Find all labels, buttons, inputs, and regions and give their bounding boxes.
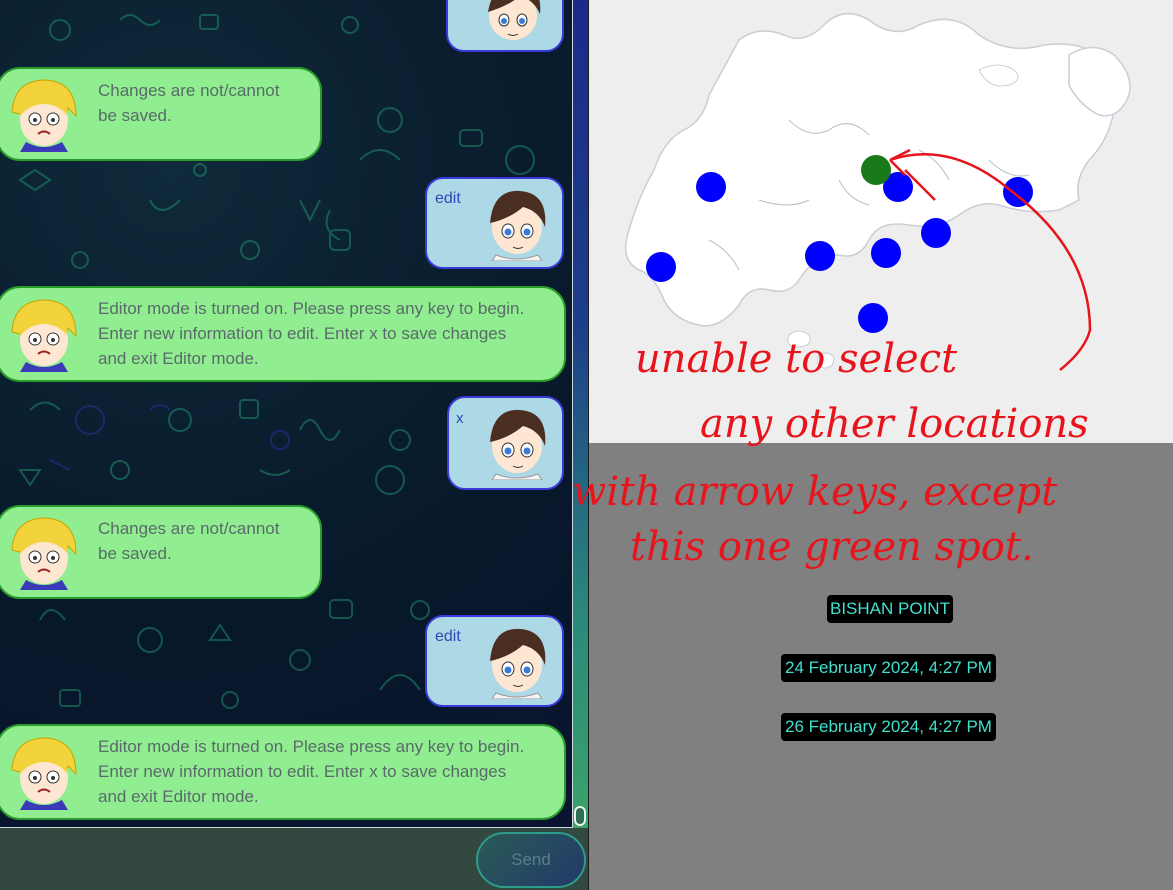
bot-message-text: Changes are not/cannot be saved.: [98, 78, 279, 128]
bot-message-line: Enter new information to edit. Enter x t…: [98, 762, 507, 781]
user-message-text: edit: [435, 190, 461, 207]
end-datetime: 26 February 2024, 4:27 PM: [781, 713, 996, 741]
map-panel: [589, 0, 1173, 443]
bot-message-line: be saved.: [98, 106, 172, 125]
island-small: [787, 330, 811, 348]
details-panel: BISHAN POINT 24 February 2024, 4:27 PM 2…: [589, 443, 1173, 890]
bot-avatar: [6, 76, 82, 157]
start-datetime: 24 February 2024, 4:27 PM: [781, 654, 996, 682]
location-marker[interactable]: [805, 241, 835, 271]
location-name: BISHAN POINT: [827, 595, 953, 623]
bot-message-line: and exit Editor mode.: [98, 349, 259, 368]
send-button[interactable]: Send: [476, 832, 586, 888]
bot-message-text: Editor mode is turned on. Please press a…: [98, 734, 524, 809]
chat-panel: Changes are not/cannot be saved. edit Ed: [0, 0, 588, 890]
user-avatar: [480, 406, 554, 485]
bot-message-line: Changes are not/cannot: [98, 519, 280, 538]
island-small: [816, 352, 835, 369]
bot-message-text: Changes are not/cannot be saved.: [98, 516, 279, 566]
location-marker[interactable]: [871, 238, 901, 268]
bot-message-text: Editor mode is turned on. Please press a…: [98, 296, 524, 371]
user-avatar: [478, 0, 548, 53]
location-marker[interactable]: [696, 172, 726, 202]
bot-message-line: and exit Editor mode.: [98, 787, 259, 806]
bot-avatar: [6, 734, 82, 815]
location-marker[interactable]: [858, 303, 888, 333]
user-avatar: [480, 187, 554, 266]
bot-avatar: [6, 514, 82, 595]
user-avatar: [480, 625, 554, 704]
bot-message-line: Changes are not/cannot: [98, 81, 280, 100]
location-marker[interactable]: [646, 252, 676, 282]
bot-message-line: Enter new information to edit. Enter x t…: [98, 324, 507, 343]
selected-location-marker[interactable]: [861, 155, 891, 185]
location-marker[interactable]: [1003, 177, 1033, 207]
chat-scrollbar[interactable]: [573, 0, 588, 828]
bot-message-line: Editor mode is turned on. Please press a…: [98, 299, 525, 318]
location-marker[interactable]: [921, 218, 951, 248]
user-message-text: edit: [435, 628, 461, 645]
bot-message-line: be saved.: [98, 544, 172, 563]
singapore-map: [624, 12, 1131, 369]
bot-message-line: Editor mode is turned on. Please press a…: [98, 737, 525, 756]
chat-scrollbar-thumb[interactable]: [574, 806, 586, 826]
bot-avatar: [6, 296, 82, 377]
user-message-text: x: [456, 410, 464, 427]
